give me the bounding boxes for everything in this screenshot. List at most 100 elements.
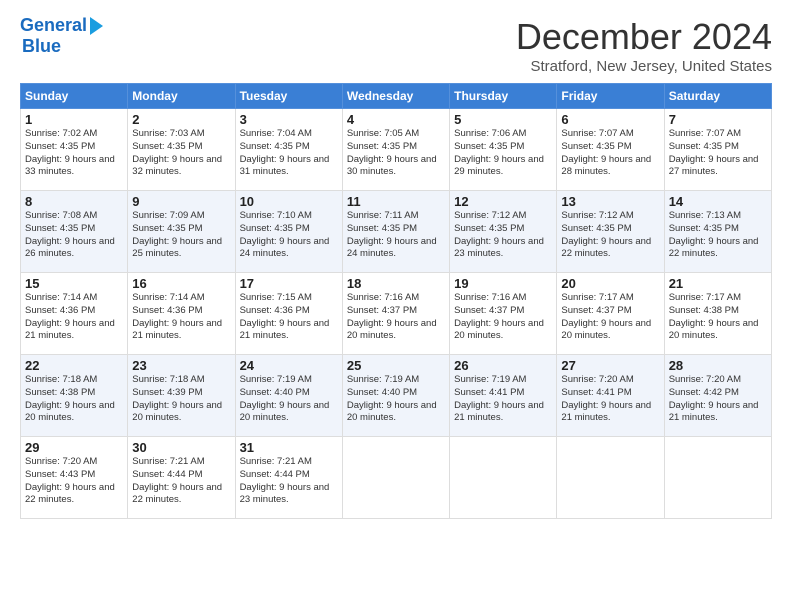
day-cell: 26 Sunrise: 7:19 AM Sunset: 4:41 PM Dayl… bbox=[450, 355, 557, 437]
header-row: SundayMondayTuesdayWednesdayThursdayFrid… bbox=[21, 84, 772, 109]
day-cell: 16 Sunrise: 7:14 AM Sunset: 4:36 PM Dayl… bbox=[128, 273, 235, 355]
day-number: 24 bbox=[240, 358, 338, 373]
day-info: Sunrise: 7:07 AM Sunset: 4:35 PM Dayligh… bbox=[669, 128, 767, 179]
day-number: 23 bbox=[132, 358, 230, 373]
day-info: Sunrise: 7:14 AM Sunset: 4:36 PM Dayligh… bbox=[132, 292, 230, 343]
day-info: Sunrise: 7:17 AM Sunset: 4:38 PM Dayligh… bbox=[669, 292, 767, 343]
day-info: Sunrise: 7:04 AM Sunset: 4:35 PM Dayligh… bbox=[240, 128, 338, 179]
day-cell: 18 Sunrise: 7:16 AM Sunset: 4:37 PM Dayl… bbox=[342, 273, 449, 355]
day-number: 17 bbox=[240, 276, 338, 291]
day-cell bbox=[342, 437, 449, 519]
day-cell: 31 Sunrise: 7:21 AM Sunset: 4:44 PM Dayl… bbox=[235, 437, 342, 519]
week-row-4: 22 Sunrise: 7:18 AM Sunset: 4:38 PM Dayl… bbox=[21, 355, 772, 437]
day-cell: 3 Sunrise: 7:04 AM Sunset: 4:35 PM Dayli… bbox=[235, 109, 342, 191]
day-info: Sunrise: 7:12 AM Sunset: 4:35 PM Dayligh… bbox=[454, 210, 552, 261]
day-cell: 6 Sunrise: 7:07 AM Sunset: 4:35 PM Dayli… bbox=[557, 109, 664, 191]
day-info: Sunrise: 7:11 AM Sunset: 4:35 PM Dayligh… bbox=[347, 210, 445, 261]
day-info: Sunrise: 7:15 AM Sunset: 4:36 PM Dayligh… bbox=[240, 292, 338, 343]
day-info: Sunrise: 7:12 AM Sunset: 4:35 PM Dayligh… bbox=[561, 210, 659, 261]
day-cell bbox=[664, 437, 771, 519]
day-info: Sunrise: 7:06 AM Sunset: 4:35 PM Dayligh… bbox=[454, 128, 552, 179]
logo-text: General bbox=[20, 16, 87, 36]
day-cell bbox=[450, 437, 557, 519]
day-cell: 24 Sunrise: 7:19 AM Sunset: 4:40 PM Dayl… bbox=[235, 355, 342, 437]
day-cell: 25 Sunrise: 7:19 AM Sunset: 4:40 PM Dayl… bbox=[342, 355, 449, 437]
day-number: 8 bbox=[25, 194, 123, 209]
header-day-tuesday: Tuesday bbox=[235, 84, 342, 109]
day-cell: 28 Sunrise: 7:20 AM Sunset: 4:42 PM Dayl… bbox=[664, 355, 771, 437]
day-number: 25 bbox=[347, 358, 445, 373]
day-cell: 2 Sunrise: 7:03 AM Sunset: 4:35 PM Dayli… bbox=[128, 109, 235, 191]
day-info: Sunrise: 7:13 AM Sunset: 4:35 PM Dayligh… bbox=[669, 210, 767, 261]
day-cell: 29 Sunrise: 7:20 AM Sunset: 4:43 PM Dayl… bbox=[21, 437, 128, 519]
day-info: Sunrise: 7:17 AM Sunset: 4:37 PM Dayligh… bbox=[561, 292, 659, 343]
day-number: 6 bbox=[561, 112, 659, 127]
header-day-saturday: Saturday bbox=[664, 84, 771, 109]
week-row-2: 8 Sunrise: 7:08 AM Sunset: 4:35 PM Dayli… bbox=[21, 191, 772, 273]
day-cell: 12 Sunrise: 7:12 AM Sunset: 4:35 PM Dayl… bbox=[450, 191, 557, 273]
day-cell: 13 Sunrise: 7:12 AM Sunset: 4:35 PM Dayl… bbox=[557, 191, 664, 273]
day-info: Sunrise: 7:14 AM Sunset: 4:36 PM Dayligh… bbox=[25, 292, 123, 343]
day-number: 5 bbox=[454, 112, 552, 127]
day-number: 28 bbox=[669, 358, 767, 373]
day-cell: 20 Sunrise: 7:17 AM Sunset: 4:37 PM Dayl… bbox=[557, 273, 664, 355]
logo: General Blue bbox=[20, 16, 103, 57]
day-cell: 22 Sunrise: 7:18 AM Sunset: 4:38 PM Dayl… bbox=[21, 355, 128, 437]
week-row-3: 15 Sunrise: 7:14 AM Sunset: 4:36 PM Dayl… bbox=[21, 273, 772, 355]
day-cell: 14 Sunrise: 7:13 AM Sunset: 4:35 PM Dayl… bbox=[664, 191, 771, 273]
logo-arrow-icon bbox=[90, 17, 103, 35]
day-info: Sunrise: 7:20 AM Sunset: 4:41 PM Dayligh… bbox=[561, 374, 659, 425]
day-number: 27 bbox=[561, 358, 659, 373]
day-number: 16 bbox=[132, 276, 230, 291]
day-info: Sunrise: 7:21 AM Sunset: 4:44 PM Dayligh… bbox=[240, 456, 338, 507]
header-day-thursday: Thursday bbox=[450, 84, 557, 109]
day-number: 15 bbox=[25, 276, 123, 291]
day-cell: 1 Sunrise: 7:02 AM Sunset: 4:35 PM Dayli… bbox=[21, 109, 128, 191]
day-number: 26 bbox=[454, 358, 552, 373]
day-info: Sunrise: 7:19 AM Sunset: 4:41 PM Dayligh… bbox=[454, 374, 552, 425]
day-number: 11 bbox=[347, 194, 445, 209]
day-info: Sunrise: 7:19 AM Sunset: 4:40 PM Dayligh… bbox=[240, 374, 338, 425]
day-cell: 11 Sunrise: 7:11 AM Sunset: 4:35 PM Dayl… bbox=[342, 191, 449, 273]
day-number: 1 bbox=[25, 112, 123, 127]
header-day-wednesday: Wednesday bbox=[342, 84, 449, 109]
header: General Blue December 2024 Stratford, Ne… bbox=[20, 16, 772, 75]
day-number: 3 bbox=[240, 112, 338, 127]
day-cell: 27 Sunrise: 7:20 AM Sunset: 4:41 PM Dayl… bbox=[557, 355, 664, 437]
day-number: 14 bbox=[669, 194, 767, 209]
day-number: 12 bbox=[454, 194, 552, 209]
day-info: Sunrise: 7:20 AM Sunset: 4:42 PM Dayligh… bbox=[669, 374, 767, 425]
day-number: 21 bbox=[669, 276, 767, 291]
day-number: 30 bbox=[132, 440, 230, 455]
day-number: 9 bbox=[132, 194, 230, 209]
day-cell: 9 Sunrise: 7:09 AM Sunset: 4:35 PM Dayli… bbox=[128, 191, 235, 273]
day-number: 20 bbox=[561, 276, 659, 291]
day-cell: 4 Sunrise: 7:05 AM Sunset: 4:35 PM Dayli… bbox=[342, 109, 449, 191]
day-info: Sunrise: 7:20 AM Sunset: 4:43 PM Dayligh… bbox=[25, 456, 123, 507]
day-info: Sunrise: 7:21 AM Sunset: 4:44 PM Dayligh… bbox=[132, 456, 230, 507]
day-cell: 19 Sunrise: 7:16 AM Sunset: 4:37 PM Dayl… bbox=[450, 273, 557, 355]
calendar-table: SundayMondayTuesdayWednesdayThursdayFrid… bbox=[20, 83, 772, 519]
day-info: Sunrise: 7:19 AM Sunset: 4:40 PM Dayligh… bbox=[347, 374, 445, 425]
week-row-1: 1 Sunrise: 7:02 AM Sunset: 4:35 PM Dayli… bbox=[21, 109, 772, 191]
day-info: Sunrise: 7:05 AM Sunset: 4:35 PM Dayligh… bbox=[347, 128, 445, 179]
day-info: Sunrise: 7:18 AM Sunset: 4:38 PM Dayligh… bbox=[25, 374, 123, 425]
week-row-5: 29 Sunrise: 7:20 AM Sunset: 4:43 PM Dayl… bbox=[21, 437, 772, 519]
day-number: 2 bbox=[132, 112, 230, 127]
day-number: 18 bbox=[347, 276, 445, 291]
day-cell bbox=[557, 437, 664, 519]
day-info: Sunrise: 7:09 AM Sunset: 4:35 PM Dayligh… bbox=[132, 210, 230, 261]
day-number: 10 bbox=[240, 194, 338, 209]
day-cell: 15 Sunrise: 7:14 AM Sunset: 4:36 PM Dayl… bbox=[21, 273, 128, 355]
day-info: Sunrise: 7:08 AM Sunset: 4:35 PM Dayligh… bbox=[25, 210, 123, 261]
location: Stratford, New Jersey, United States bbox=[516, 58, 772, 75]
day-cell: 5 Sunrise: 7:06 AM Sunset: 4:35 PM Dayli… bbox=[450, 109, 557, 191]
day-info: Sunrise: 7:02 AM Sunset: 4:35 PM Dayligh… bbox=[25, 128, 123, 179]
month-title: December 2024 bbox=[516, 16, 772, 58]
day-number: 4 bbox=[347, 112, 445, 127]
day-cell: 10 Sunrise: 7:10 AM Sunset: 4:35 PM Dayl… bbox=[235, 191, 342, 273]
day-number: 31 bbox=[240, 440, 338, 455]
header-day-monday: Monday bbox=[128, 84, 235, 109]
day-number: 19 bbox=[454, 276, 552, 291]
logo-blue: Blue bbox=[22, 36, 61, 57]
